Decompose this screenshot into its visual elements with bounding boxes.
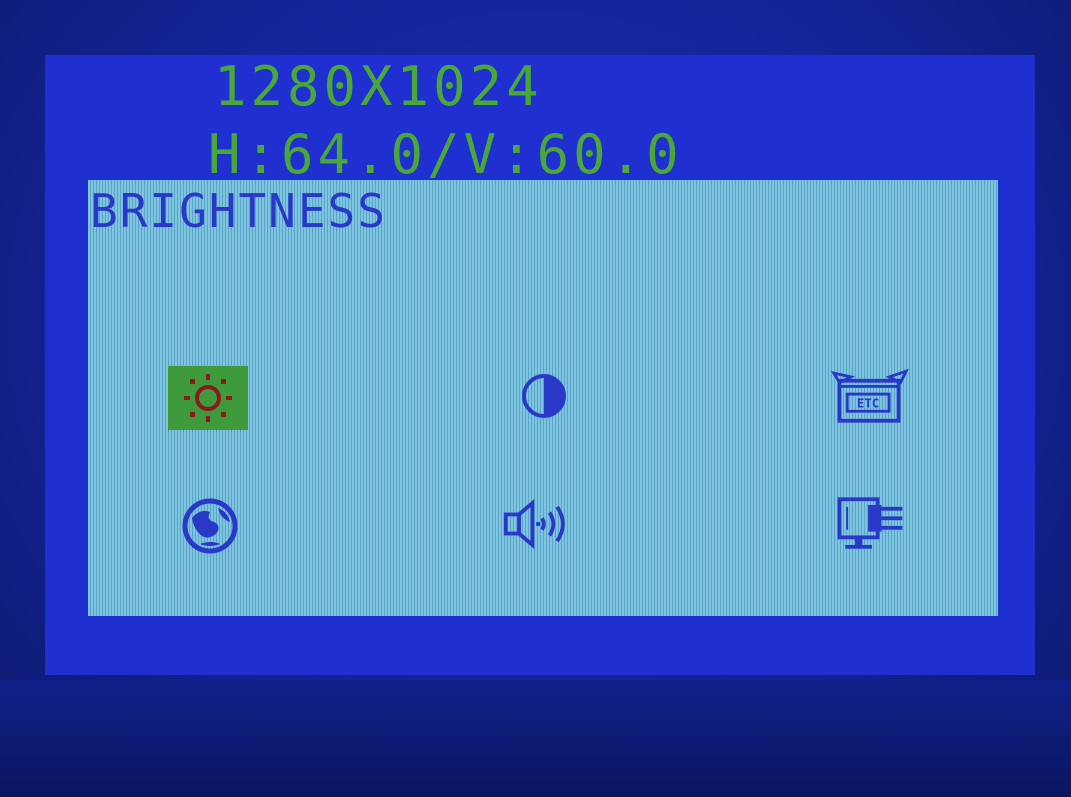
menu-item-contrast[interactable] [504,364,584,428]
etc-label: ETC [857,396,879,410]
monitor-screen: 1280X1024 H:64.0/V:60.0 BRIGHTNESS ETC [0,0,1071,797]
resolution-readout: 1280X1024 [214,55,543,118]
frequency-readout: H:64.0/V:60.0 [208,123,683,186]
menu-item-audio[interactable] [500,492,580,556]
contrast-icon [522,374,566,418]
screen-lower-area [0,680,1071,797]
etc-box-icon: ETC [830,368,910,423]
sun-icon [184,374,232,422]
menu-item-display[interactable] [830,492,910,556]
globe-icon [182,498,238,554]
menu-item-color[interactable] [170,494,250,558]
menu-item-brightness[interactable] [168,366,248,430]
menu-item-etc[interactable]: ETC [830,364,910,428]
speaker-icon [503,498,565,550]
monitor-settings-icon [837,497,903,549]
menu-title: BRIGHTNESS [90,184,387,238]
